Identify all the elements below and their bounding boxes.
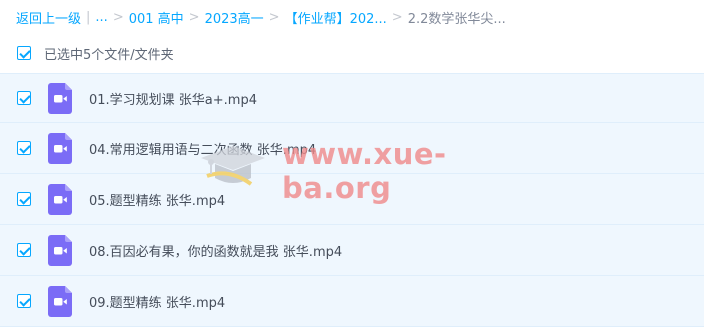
selection-count: 已选中5个文件/文件夹 bbox=[44, 47, 174, 63]
video-file-icon bbox=[48, 285, 72, 317]
video-file-icon bbox=[48, 183, 72, 215]
file-checkbox[interactable] bbox=[17, 141, 31, 155]
breadcrumb-separator: > bbox=[112, 9, 124, 25]
selection-bar: 已选中5个文件/文件夹 bbox=[0, 34, 704, 72]
select-all-checkbox[interactable] bbox=[17, 46, 31, 60]
file-row[interactable]: 04.常用逻辑用语与二次函数 张华.mp4 bbox=[0, 123, 704, 174]
file-checkbox[interactable] bbox=[17, 91, 31, 105]
breadcrumb-separator: > bbox=[188, 9, 200, 25]
file-list: 01.学习规划课 张华a+.mp4 04.常用逻辑用语与二次函数 张华.mp4 … bbox=[0, 73, 704, 327]
video-file-icon bbox=[48, 82, 72, 114]
file-checkbox[interactable] bbox=[17, 243, 31, 257]
breadcrumb: 返回上一级 | ... > 001 高中 > 2023高一 > 【作业帮】202… bbox=[0, 0, 704, 34]
video-file-icon bbox=[48, 132, 72, 164]
breadcrumb-item-2023[interactable]: 2023高一 bbox=[205, 8, 264, 27]
file-row[interactable]: 08.百因必有果，你的函数就是我 张华.mp4 bbox=[0, 225, 704, 276]
breadcrumb-separator: > bbox=[268, 9, 280, 25]
file-name[interactable]: 09.题型精练 张华.mp4 bbox=[89, 292, 225, 311]
breadcrumb-separator: > bbox=[391, 9, 403, 25]
file-name[interactable]: 04.常用逻辑用语与二次函数 张华.mp4 bbox=[89, 139, 316, 158]
back-link[interactable]: 返回上一级 bbox=[16, 8, 81, 27]
file-checkbox[interactable] bbox=[17, 294, 31, 308]
breadcrumb-item-zuoyebang[interactable]: 【作业帮】202... bbox=[285, 8, 387, 27]
video-file-icon bbox=[48, 234, 72, 266]
breadcrumb-ellipsis[interactable]: ... bbox=[95, 10, 107, 25]
file-name[interactable]: 05.题型精练 张华.mp4 bbox=[89, 190, 225, 209]
file-row[interactable]: 01.学习规划课 张华a+.mp4 bbox=[0, 73, 704, 123]
breadcrumb-divider: | bbox=[86, 9, 91, 25]
file-name[interactable]: 08.百因必有果，你的函数就是我 张华.mp4 bbox=[89, 241, 342, 260]
file-name[interactable]: 01.学习规划课 张华a+.mp4 bbox=[89, 89, 257, 108]
file-checkbox[interactable] bbox=[17, 192, 31, 206]
file-row[interactable]: 09.题型精练 张华.mp4 bbox=[0, 276, 704, 327]
breadcrumb-current: 2.2数学张华尖... bbox=[407, 11, 506, 27]
breadcrumb-item-001[interactable]: 001 高中 bbox=[129, 8, 184, 27]
file-row[interactable]: 05.题型精练 张华.mp4 bbox=[0, 174, 704, 225]
